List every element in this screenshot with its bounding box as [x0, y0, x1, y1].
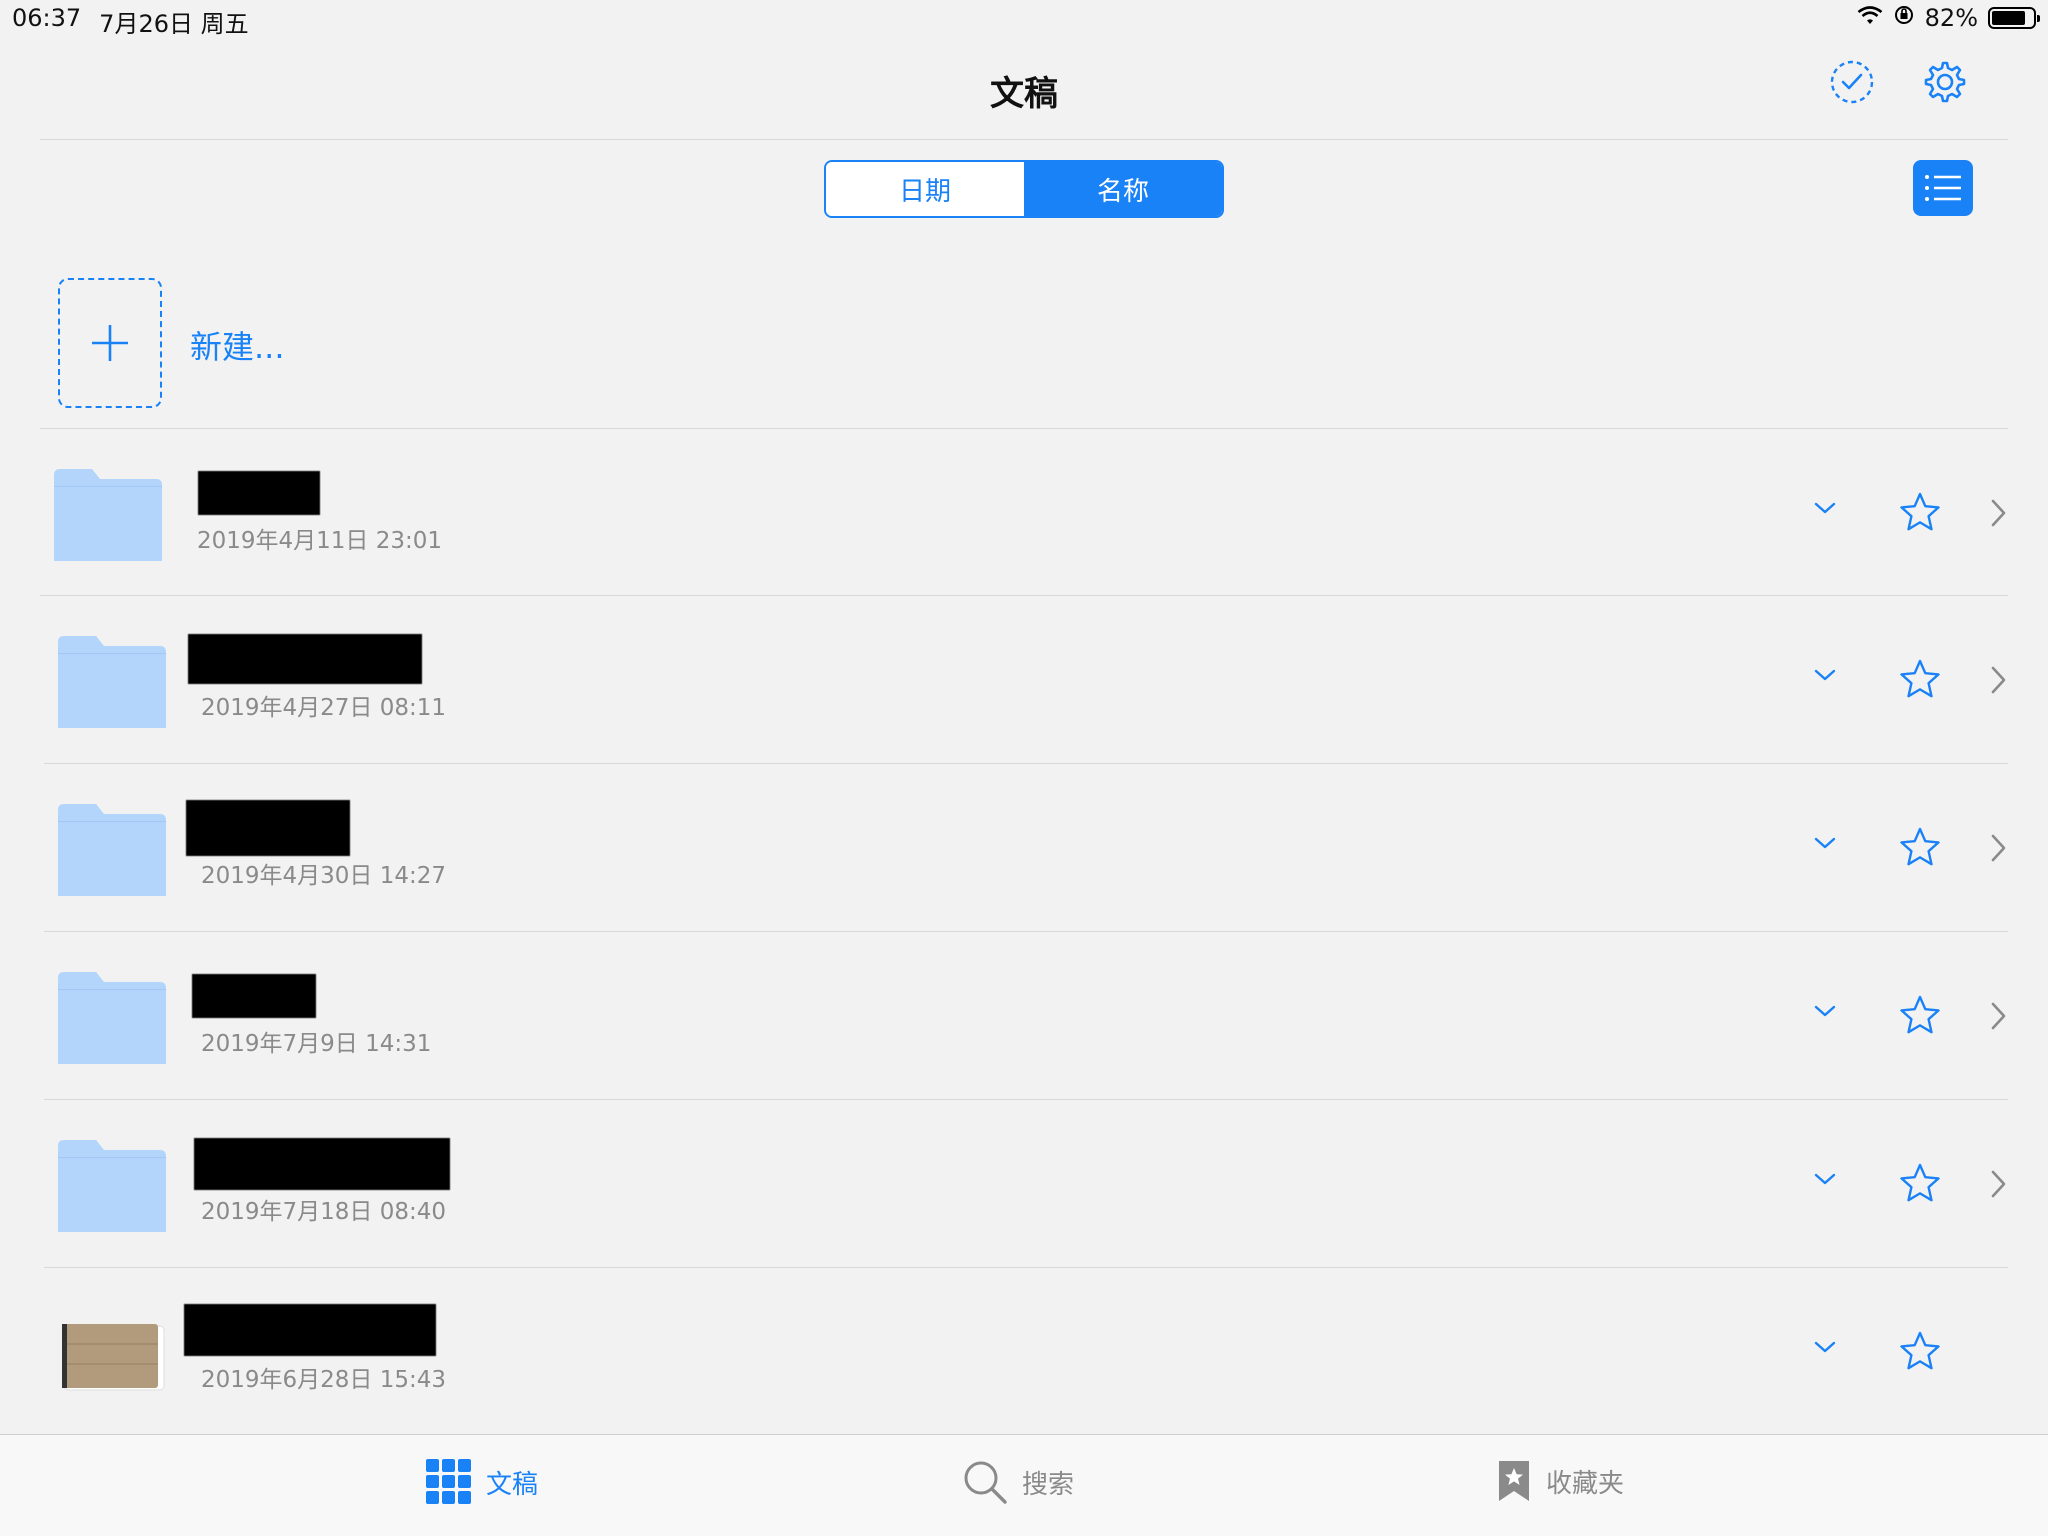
status-date: 7月26日 周五 — [99, 10, 249, 38]
item-date: 2019年4月27日 08:11 — [201, 695, 447, 721]
redacted-name — [186, 800, 350, 856]
chevron-down-icon[interactable] — [1810, 1164, 1840, 1194]
search-icon — [964, 1461, 1007, 1504]
chevron-down-icon[interactable] — [1810, 828, 1840, 858]
tab-documents[interactable]: 文稿 — [426, 1459, 538, 1505]
list-item[interactable]: 2019年4月27日 08:11 — [44, 596, 2008, 764]
plus-icon — [92, 325, 128, 361]
item-date: 2019年4月11日 23:01 — [197, 528, 443, 554]
list-item[interactable]: 2019年6月28日 15:43 — [44, 1268, 2008, 1436]
chevron-down-icon[interactable] — [1810, 493, 1840, 523]
tab-label: 搜索 — [1022, 1469, 1075, 1500]
sort-option-date[interactable]: 日期 — [826, 162, 1024, 216]
page-title: 文稿 — [990, 74, 1058, 114]
redacted-name — [198, 471, 320, 515]
star-icon[interactable] — [1898, 1330, 1942, 1374]
wifi-icon — [1857, 4, 1883, 32]
select-button[interactable] — [1828, 58, 1876, 106]
view-mode-button[interactable] — [1913, 160, 1973, 216]
settings-button[interactable] — [1920, 59, 1968, 107]
new-document-label[interactable]: 新建... — [190, 322, 285, 368]
tab-search[interactable]: 搜索 — [962, 1459, 1074, 1505]
grid-icon — [426, 1459, 471, 1504]
battery-percent: 82% — [1924, 4, 1978, 32]
sort-option-name[interactable]: 名称 — [1024, 162, 1222, 216]
status-bar: 06:37 7月26日 周五 82% — [0, 0, 2048, 40]
chevron-right-icon[interactable] — [1984, 664, 2012, 696]
folder-icon — [56, 1138, 168, 1234]
new-document-button[interactable] — [58, 278, 162, 408]
redacted-name — [184, 1304, 436, 1356]
chevron-right-icon[interactable] — [1984, 1000, 2012, 1032]
chevron-right-icon[interactable] — [1984, 497, 2012, 529]
item-date: 2019年7月18日 08:40 — [201, 1199, 447, 1225]
chevron-down-icon[interactable] — [1810, 660, 1840, 690]
folder-icon — [52, 467, 164, 563]
redacted-name — [192, 974, 316, 1018]
star-icon[interactable] — [1898, 1162, 1942, 1206]
tab-label: 收藏夹 — [1546, 1468, 1625, 1499]
list-item[interactable]: 2019年4月11日 23:01 — [40, 428, 2008, 596]
list-item[interactable]: 2019年7月18日 08:40 — [44, 1100, 2008, 1268]
redacted-name — [194, 1138, 450, 1190]
folder-icon — [56, 802, 168, 898]
notebook-icon — [56, 1306, 168, 1402]
item-date: 2019年4月30日 14:27 — [201, 863, 447, 889]
sort-segmented-control[interactable]: 日期 名称 — [824, 160, 1224, 218]
divider — [40, 139, 2008, 140]
tab-favorites[interactable]: 收藏夹 — [1496, 1459, 1624, 1503]
gear-icon — [1924, 61, 1966, 103]
document-list: 2019年4月11日 23:01 2019年4月27日 08:11 2019年4… — [0, 428, 2048, 1436]
battery-icon — [1988, 7, 2040, 29]
star-icon[interactable] — [1898, 491, 1942, 535]
chevron-down-icon[interactable] — [1810, 996, 1840, 1026]
list-item[interactable]: 2019年7月9日 14:31 — [44, 932, 2008, 1100]
bookmark-star-icon — [1499, 1461, 1529, 1501]
star-icon[interactable] — [1898, 826, 1942, 870]
item-date: 2019年6月28日 15:43 — [201, 1367, 447, 1393]
folder-icon — [56, 634, 168, 730]
star-icon[interactable] — [1898, 994, 1942, 1038]
check-circle-dashed-icon — [1830, 60, 1874, 104]
star-icon[interactable] — [1898, 658, 1942, 702]
list-item[interactable]: 2019年4月30日 14:27 — [44, 764, 2008, 932]
chevron-right-icon[interactable] — [1984, 1168, 2012, 1200]
tab-bar: 文稿 搜索 收藏夹 — [0, 1434, 2048, 1536]
chevron-down-icon[interactable] — [1810, 1332, 1840, 1362]
tab-label: 文稿 — [486, 1469, 539, 1500]
status-time: 06:37 — [12, 4, 82, 32]
redacted-name — [188, 634, 422, 684]
list-icon — [1925, 175, 1961, 201]
orientation-lock-icon — [1893, 4, 1915, 32]
folder-icon — [56, 970, 168, 1066]
item-date: 2019年7月9日 14:31 — [201, 1031, 432, 1057]
chevron-right-icon[interactable] — [1984, 832, 2012, 864]
